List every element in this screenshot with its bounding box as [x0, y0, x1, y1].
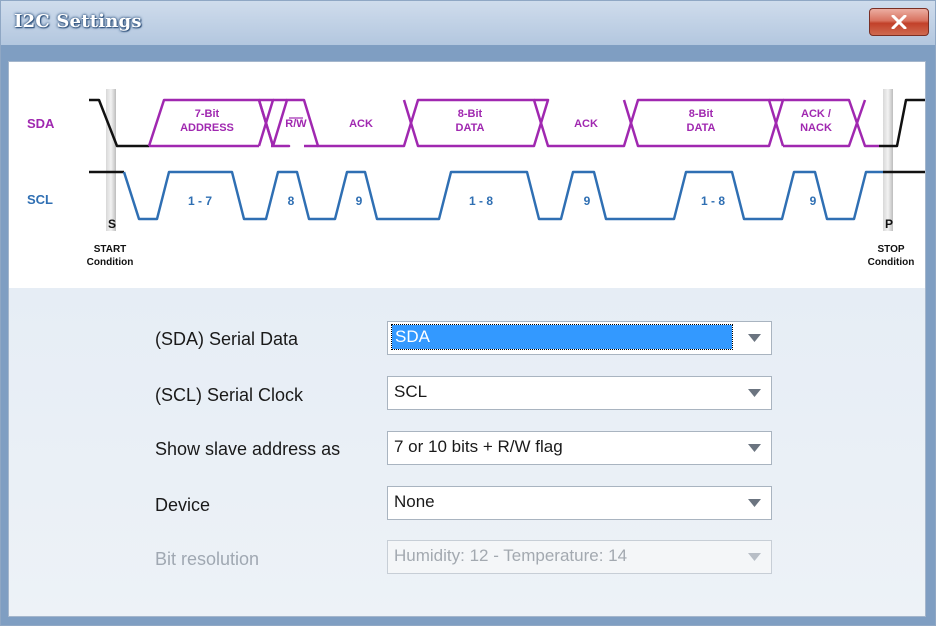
scl-label-7: 9: [810, 194, 817, 208]
device-field-label: Device: [155, 495, 211, 515]
stop-letter: P: [885, 217, 893, 231]
sda-label-data-1: 8-Bit: [458, 108, 483, 120]
address-format-field-label: Show slave address as: [155, 439, 341, 459]
scl-label-5: 9: [584, 194, 591, 208]
sda-label-ack-1: ACK: [349, 118, 373, 130]
sda-label-rw: R/W: [285, 118, 307, 130]
close-button[interactable]: [869, 8, 929, 36]
dialog-content: SDA SCL 7-Bit ADDRESS R/W ACK 8-Bit DATA…: [8, 61, 926, 617]
address-format-select[interactable]: 7 or 10 bits + R/W flag: [387, 431, 772, 465]
sda-label-ack-nack-2: NACK: [800, 122, 832, 134]
scl-waveform: [89, 170, 925, 221]
address-format-select-value: 7 or 10 bits + R/W flag: [394, 437, 563, 456]
chevron-down-icon[interactable]: [741, 491, 767, 515]
scl-label-6: 1 - 8: [701, 194, 725, 208]
sda-signal-label: SDA: [27, 116, 55, 131]
chevron-down-icon: [741, 545, 767, 569]
title-bar[interactable]: I2C Settings: [1, 1, 935, 45]
settings-form: (SDA) Serial Data SDA (SCL) Serial Clock…: [9, 288, 925, 616]
chevron-down-icon[interactable]: [741, 436, 767, 460]
window-title: I2C Settings: [14, 11, 142, 32]
sda-select[interactable]: SDA: [387, 321, 772, 355]
scl-field-label: (SCL) Serial Clock: [155, 385, 304, 405]
chevron-down-icon[interactable]: [741, 381, 767, 405]
sda-label-data-2: 8-Bit: [689, 108, 714, 120]
scl-label-1: 1 - 7: [188, 194, 212, 208]
start-letter: S: [108, 217, 116, 231]
sda-select-value: SDA: [391, 324, 733, 350]
stop-condition-label: STOP: [877, 244, 904, 255]
scl-select-value: SCL: [394, 382, 428, 401]
bit-resolution-select-value: Humidity: 12 - Temperature: 14: [394, 546, 628, 565]
sda-label-ack-2: ACK: [574, 118, 598, 130]
stop-condition-label-2: Condition: [868, 257, 915, 268]
start-marker: [106, 89, 116, 231]
device-select-value: None: [394, 492, 435, 511]
start-condition-label-2: Condition: [87, 257, 134, 268]
close-icon: [891, 15, 907, 29]
start-condition-label: START: [94, 244, 127, 255]
scl-select[interactable]: SCL: [387, 376, 772, 410]
stop-marker: [883, 89, 893, 231]
i2c-settings-dialog: I2C Settings SDA SCL 7-Bit ADDRESS R/W A…: [0, 0, 936, 626]
bit-resolution-select: Humidity: 12 - Temperature: 14: [387, 540, 772, 574]
device-select[interactable]: None: [387, 486, 772, 520]
bit-resolution-field-label: Bit resolution: [155, 549, 260, 569]
sda-label-ack-nack: ACK /: [801, 108, 831, 120]
scl-signal-label: SCL: [27, 192, 53, 207]
chevron-down-icon[interactable]: [741, 326, 767, 350]
scl-label-3: 9: [356, 194, 363, 208]
scl-label-4: 1 - 8: [469, 194, 493, 208]
sda-label-address-2: ADDRESS: [180, 122, 234, 134]
i2c-timing-diagram: SDA SCL 7-Bit ADDRESS R/W ACK 8-Bit DATA…: [9, 62, 925, 289]
sda-field-label: (SDA) Serial Data: [155, 329, 299, 349]
sda-label-data-2-2: DATA: [687, 122, 716, 134]
sda-label-data-1-2: DATA: [456, 122, 485, 134]
sda-label-address: 7-Bit: [195, 108, 220, 120]
scl-label-2: 8: [288, 194, 295, 208]
